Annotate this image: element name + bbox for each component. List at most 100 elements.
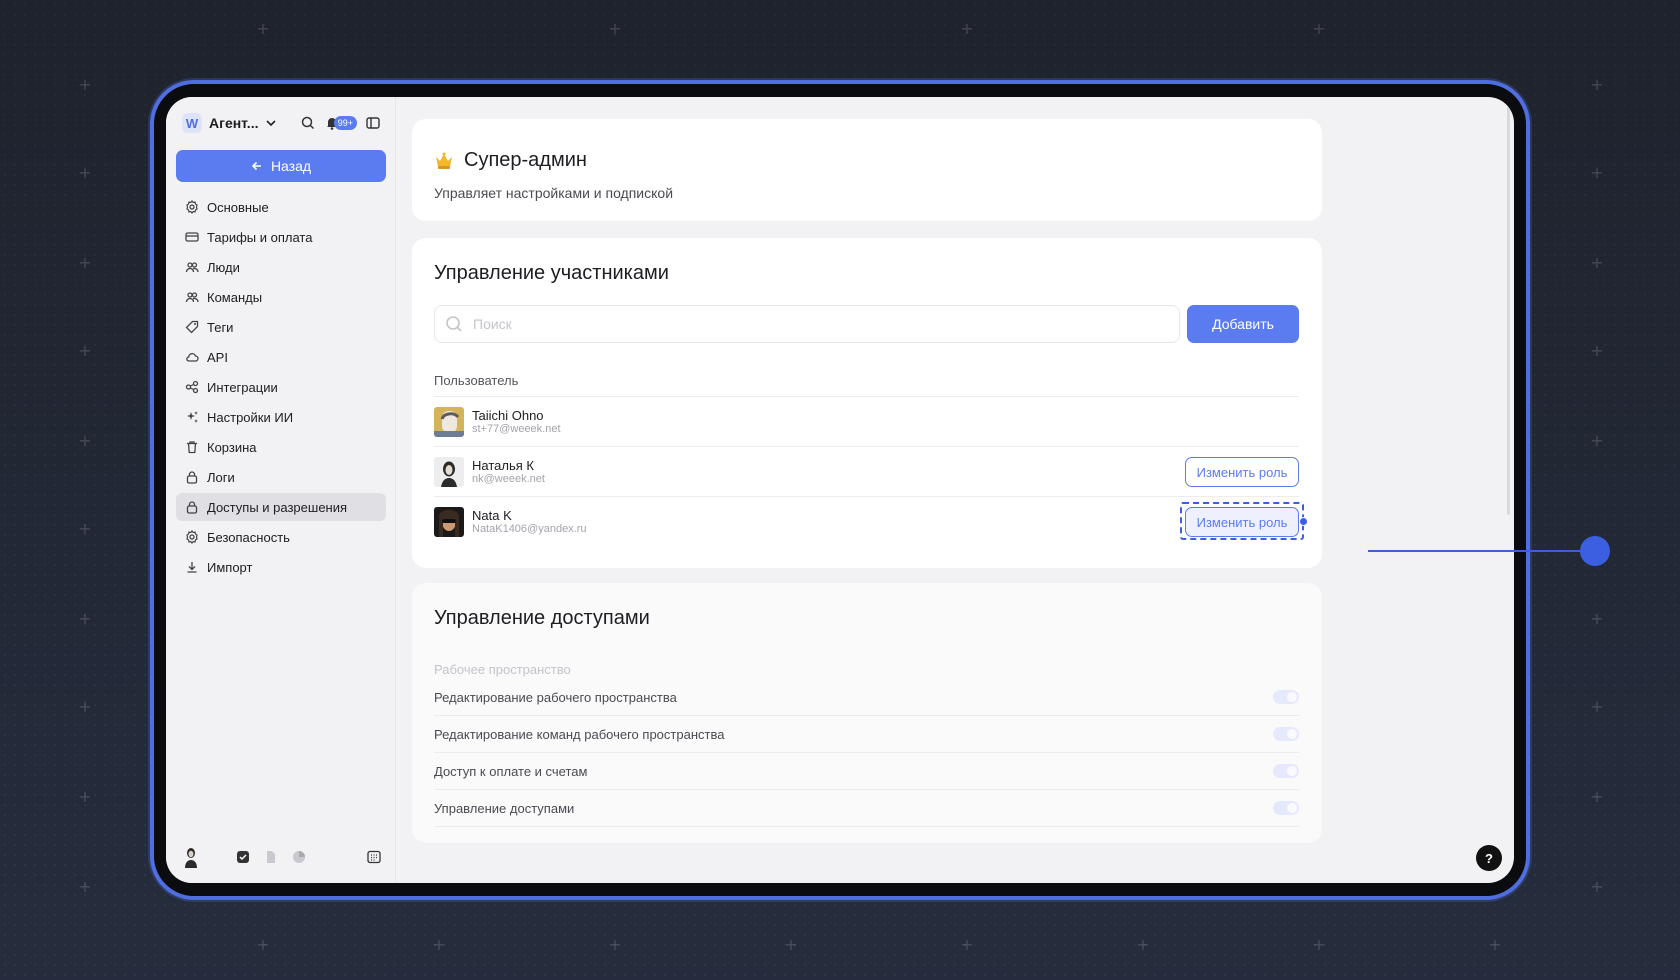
search-icon[interactable] [300, 115, 316, 131]
change-role-button[interactable]: Изменить роль [1185, 507, 1299, 537]
arrow-left-icon [251, 161, 261, 171]
search-input[interactable] [473, 316, 1179, 332]
sidebar-item-integrations[interactable]: Интеграции [176, 373, 386, 401]
column-header-user: Пользователь [434, 373, 519, 388]
permission-toggle[interactable] [1273, 690, 1299, 704]
trash-icon [187, 441, 197, 454]
gear-icon [186, 200, 198, 214]
annotation-dot [1580, 536, 1610, 566]
lock-icon [186, 471, 198, 484]
sidebar-item-general[interactable]: Основные [176, 193, 386, 221]
settings-nav: Основные Тарифы и оплата Люди Команды Те… [176, 193, 386, 583]
table-row[interactable]: Taiichi Ohno st+77@weeek.net [434, 397, 1299, 447]
sidebar-item-label: Настройки ИИ [207, 409, 294, 425]
sidebar-footer [182, 845, 381, 869]
avatar[interactable] [182, 846, 200, 868]
sidebar-item-trash[interactable]: Корзина [176, 433, 386, 461]
sidebar-item-label: Основные [207, 199, 269, 215]
chevron-down-icon[interactable] [264, 116, 278, 130]
search-icon [446, 316, 462, 332]
access-card: Управление доступами Рабочее пространств… [412, 583, 1322, 843]
pie-chart-icon[interactable] [292, 850, 306, 864]
permission-toggle[interactable] [1273, 764, 1299, 778]
notifications-badge: 99+ [333, 116, 357, 130]
members-title: Управление участниками [434, 262, 669, 284]
sparkle-icon [187, 411, 198, 423]
permission-toggle[interactable] [1273, 727, 1299, 741]
permission-row: Редактирование команд рабочего пространс… [434, 716, 1299, 753]
sidebar-item-label: API [207, 349, 228, 365]
user-name: Taiichi Ohno [472, 407, 544, 423]
sidebar-item-label: Безопасность [207, 529, 290, 545]
user-avatar [434, 456, 464, 487]
user-email: NataK1406@yandex.ru [472, 523, 587, 535]
cloud-icon [186, 353, 199, 362]
role-card: Супер-админ Управляет настройками и подп… [412, 119, 1322, 221]
annotation-connector-line [1368, 550, 1586, 552]
permission-label: Редактирование рабочего пространства [434, 689, 677, 705]
sidebar-item-ai-settings[interactable]: Настройки ИИ [176, 403, 386, 431]
sidebar-item-billing[interactable]: Тарифы и оплата [176, 223, 386, 251]
sidebar-item-label: Команды [207, 289, 263, 305]
table-row[interactable]: Nata K NataK1406@yandex.ru Изменить роль [434, 497, 1308, 547]
sidebar-item-people[interactable]: Люди [176, 253, 386, 281]
access-group-title: Рабочее пространство [434, 662, 571, 677]
sidebar-item-access-permissions[interactable]: Доступы и разрешения [176, 493, 386, 521]
app-screen: W Агент... 99+ Назад Основные Тарифы и о… [166, 97, 1514, 883]
sidebar-item-import[interactable]: Импорт [176, 553, 386, 581]
sidebar-item-logs[interactable]: Логи [176, 463, 386, 491]
permission-toggle[interactable] [1273, 801, 1299, 815]
sidebar-item-label: Логи [207, 469, 235, 485]
help-button[interactable]: ? [1476, 845, 1502, 871]
sidebar-item-label: Импорт [207, 559, 253, 575]
search-field[interactable] [434, 305, 1180, 343]
permission-label: Доступ к оплате и счетам [434, 763, 588, 779]
user-email: st+77@weeek.net [472, 422, 561, 435]
change-role-button[interactable]: Изменить роль [1185, 457, 1299, 487]
tasks-icon[interactable] [236, 850, 250, 864]
permission-label: Управление доступами [434, 800, 575, 816]
sidebar-toggle-icon[interactable] [365, 115, 381, 131]
sidebar-item-teams[interactable]: Команды [176, 283, 386, 311]
calendar-icon[interactable] [367, 850, 381, 864]
members-list: Taiichi Ohno st+77@weeek.net Наталья К n… [434, 396, 1308, 547]
back-button[interactable]: Назад [176, 150, 386, 182]
add-member-button[interactable]: Добавить [1187, 305, 1299, 343]
user-email: nk@weeek.net [472, 472, 545, 485]
user-avatar [434, 507, 464, 537]
sidebar-top-icons: 99+ [300, 115, 381, 131]
download-icon [187, 562, 197, 573]
sidebar-item-tags[interactable]: Теги [176, 313, 386, 341]
workspace-name[interactable]: Агент... [209, 115, 258, 131]
sidebar-item-label: Интеграции [207, 379, 278, 395]
device-frame: W Агент... 99+ Назад Основные Тарифы и о… [150, 80, 1530, 900]
workspace-logo: W [182, 113, 202, 133]
table-row[interactable]: Наталья К nk@weeek.net Изменить роль [434, 447, 1299, 497]
role-header: Супер-админ [434, 149, 587, 172]
access-title: Управление доступами [434, 607, 650, 629]
gear-icon [186, 530, 198, 544]
sidebar-item-label: Люди [207, 259, 240, 275]
main-content: Супер-админ Управляет настройками и подп… [397, 97, 1514, 883]
integrations-icon [185, 380, 199, 394]
user-avatar [434, 406, 464, 437]
document-icon[interactable] [264, 850, 278, 864]
scrollbar[interactable] [1507, 105, 1510, 515]
card-icon [185, 232, 199, 242]
role-title: Супер-админ [464, 149, 587, 171]
lock-icon [186, 501, 198, 514]
sidebar: W Агент... 99+ Назад Основные Тарифы и о… [166, 97, 396, 883]
people-icon [185, 262, 199, 273]
sidebar-item-api[interactable]: API [176, 343, 386, 371]
notifications[interactable]: 99+ [324, 115, 357, 131]
tag-icon [185, 320, 199, 334]
user-name: Наталья К [472, 457, 534, 473]
sidebar-item-label: Корзина [207, 439, 257, 455]
permissions-list: Редактирование рабочего пространства Ред… [434, 679, 1299, 827]
sidebar-item-security[interactable]: Безопасность [176, 523, 386, 551]
permission-label: Редактирование команд рабочего пространс… [434, 726, 725, 742]
permission-row: Доступ к оплате и счетам [434, 753, 1299, 790]
workspace-header: W Агент... 99+ [182, 111, 381, 135]
permission-row: Управление доступами [434, 790, 1299, 827]
permission-row: Редактирование рабочего пространства [434, 679, 1299, 716]
